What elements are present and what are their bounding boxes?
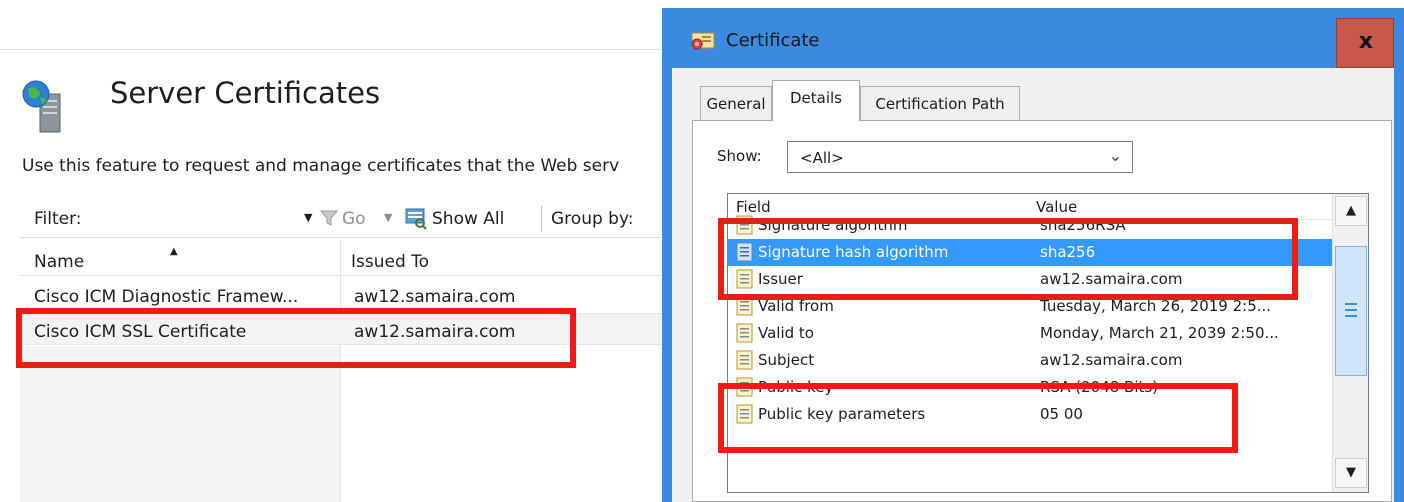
show-all-icon[interactable]	[404, 206, 428, 230]
scroll-up-icon[interactable]: ▲	[1335, 196, 1367, 226]
dialog-title-bar[interactable]: Certificate x	[662, 8, 1404, 68]
certificate-issued-to: aw12.samaira.com	[354, 287, 516, 307]
close-button[interactable]: x	[1336, 18, 1394, 68]
toolbar-separator	[541, 206, 542, 232]
field-row-subject[interactable]: Subject aw12.samaira.com	[728, 347, 1332, 374]
server-certificates-icon	[22, 80, 61, 133]
iis-server-certificates-pane: Server Certificates Use this feature to …	[0, 0, 670, 502]
filter-dropdown-arrow-icon[interactable]: ▼	[304, 211, 312, 224]
filter-label: Filter:	[34, 209, 82, 229]
tab-details[interactable]: Details	[772, 80, 860, 121]
table-row[interactable]: Cisco ICM Diagnostic Framew... aw12.sama…	[20, 279, 670, 311]
page-description: Use this feature to request and manage c…	[22, 156, 620, 176]
column-header-issued-to[interactable]: Issued To	[351, 252, 429, 272]
certificate-field-icon	[736, 350, 753, 370]
page-title: Server Certificates	[110, 76, 381, 110]
scroll-down-icon[interactable]: ▼	[1335, 458, 1367, 488]
list-empty-area	[20, 346, 340, 502]
go-dropdown-arrow-icon[interactable]: ▼	[384, 211, 392, 224]
chevron-down-icon: ⌄	[1108, 146, 1122, 165]
show-dropdown-value: <All>	[800, 149, 844, 167]
column-header-name[interactable]: Name	[34, 252, 84, 272]
annotation-highlight-ssl-certificate	[16, 308, 576, 368]
show-dropdown[interactable]: <All> ⌄	[787, 141, 1133, 173]
certificate-list-header: Name ▲ Issued To	[20, 240, 670, 276]
scroll-grip-icon	[1345, 303, 1357, 317]
annotation-highlight-public-key	[718, 383, 1238, 453]
certificate-name: Cisco ICM Diagnostic Framew...	[34, 287, 299, 307]
field-name: Valid to	[758, 324, 814, 342]
iis-top-bar	[0, 0, 670, 50]
certificate-field-icon	[736, 323, 753, 343]
field-name: Subject	[758, 351, 815, 369]
close-icon: x	[1358, 29, 1374, 54]
group-by-label[interactable]: Group by:	[551, 209, 634, 229]
vertical-scrollbar[interactable]: ▲ ▼	[1332, 194, 1368, 492]
field-value: aw12.samaira.com	[1040, 351, 1183, 369]
scrollbar-thumb[interactable]	[1335, 246, 1367, 376]
filter-toolbar: Filter: ▼ Go ▼ Show All Group by:	[20, 198, 670, 238]
sort-ascending-icon: ▲	[170, 246, 178, 257]
field-row-valid-to[interactable]: Valid to Monday, March 21, 2039 2:50...	[728, 320, 1332, 347]
go-button[interactable]: Go	[342, 209, 366, 229]
tab-certification-path[interactable]: Certification Path	[860, 86, 1020, 120]
column-divider[interactable]	[340, 240, 341, 276]
show-label: Show:	[717, 147, 762, 165]
show-all-button[interactable]: Show All	[432, 209, 504, 229]
funnel-icon[interactable]	[320, 209, 338, 227]
field-value: Monday, March 21, 2039 2:50...	[1040, 324, 1279, 342]
annotation-highlight-signature-algorithm	[718, 218, 1298, 300]
tab-general[interactable]: General	[700, 86, 772, 120]
dialog-title: Certificate	[726, 30, 820, 51]
certificate-icon	[691, 32, 715, 50]
